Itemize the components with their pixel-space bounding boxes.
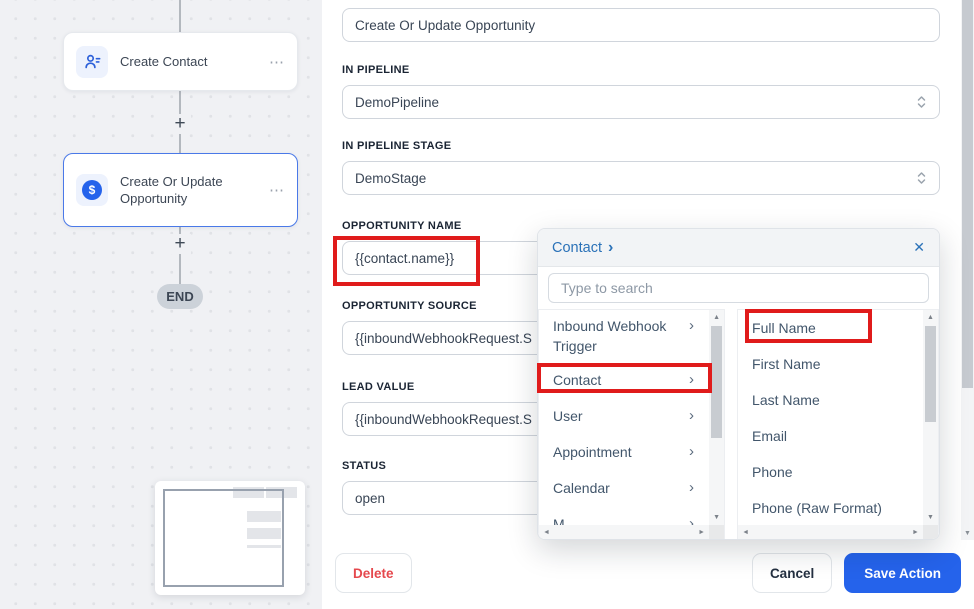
variable-picker-popup: Contact › ✕ Inbound Webhook Trigger › Co… [537,228,940,540]
category-item-appointment[interactable]: Appointment › [539,434,724,470]
category-item-calendar[interactable]: Calendar › [539,470,724,506]
add-step-button[interactable]: + [169,114,191,134]
scroll-left-icon[interactable]: ◄ [539,525,554,540]
field-item-phone-raw-format[interactable]: Phone (Raw Format) [738,490,938,526]
in-pipeline-select[interactable]: DemoPipeline [342,85,940,119]
breadcrumb[interactable]: Contact [552,240,602,256]
scrollbar-horizontal[interactable]: ◄ ► [738,525,923,540]
connector-line [179,0,181,32]
field-item-last-name[interactable]: Last Name [738,382,938,418]
workflow-end-marker: END [157,284,203,309]
add-step-button[interactable]: + [169,234,191,254]
scroll-down-icon[interactable]: ▼ [923,510,938,525]
select-value: DemoStage [355,171,426,186]
cancel-button[interactable]: Cancel [752,553,832,593]
node-label: Create Contact [120,53,207,70]
scroll-right-icon[interactable]: ► [694,525,709,540]
select-value: DemoPipeline [355,95,439,110]
category-item-contact[interactable]: Contact › [539,362,724,398]
field-item-first-name[interactable]: First Name [738,346,938,382]
field-list: Full Name First Name Last Name Email Pho… [737,309,939,540]
category-item-user[interactable]: User › [539,398,724,434]
scroll-down-icon[interactable]: ▼ [709,510,724,525]
workflow-canvas[interactable]: + + Create Contact ⋯ $ Create Or Update … [0,0,322,609]
contact-icon [76,46,108,78]
workflow-node-create-or-update-opportunity[interactable]: $ Create Or Update Opportunity ⋯ [63,153,298,227]
scrollbar-thumb[interactable] [925,326,936,422]
scroll-up-icon[interactable]: ▲ [923,310,938,325]
popup-body: Inbound Webhook Trigger › Contact › User… [538,309,939,540]
category-list: Inbound Webhook Trigger › Contact › User… [538,309,725,540]
node-menu-button[interactable]: ⋯ [269,181,285,199]
select-chevrons-icon [916,170,927,186]
scrollbar-thumb[interactable] [711,326,722,438]
chevron-right-icon: › [689,442,694,462]
field-item-full-name[interactable]: Full Name [738,310,938,346]
minimap-viewport[interactable] [163,489,284,587]
category-item-inbound-webhook-trigger[interactable]: Inbound Webhook Trigger › [539,310,724,362]
panel-footer: Delete Cancel Save Action [335,553,961,593]
field-item-email[interactable]: Email [738,418,938,454]
chevron-right-icon: › [608,239,613,257]
chevron-right-icon: › [689,370,694,390]
popup-search-row [538,267,939,309]
chevron-right-icon: › [689,406,694,426]
opportunity-dollar-icon: $ [76,174,108,206]
scroll-down-icon[interactable]: ▼ [961,530,974,537]
close-icon[interactable]: ✕ [913,239,925,256]
field-label: IN PIPELINE [342,64,974,76]
category-item-clipped[interactable]: M › [539,506,724,527]
scrollbar-corner [709,525,724,540]
scroll-right-icon[interactable]: ► [908,525,923,540]
scroll-left-icon[interactable]: ◄ [738,525,753,540]
scrollbar-vertical[interactable]: ▲ ▼ [923,310,938,525]
popup-header: Contact › ✕ [538,229,939,267]
scrollbar-horizontal[interactable]: ◄ ► [539,525,709,540]
chevron-right-icon: › [689,478,694,498]
save-action-button[interactable]: Save Action [844,553,961,593]
scroll-up-icon[interactable]: ▲ [709,310,724,325]
node-label: Create Or Update Opportunity [120,173,250,207]
search-input[interactable] [548,273,929,303]
field-label: IN PIPELINE STAGE [342,140,974,152]
field-item-phone[interactable]: Phone [738,454,938,490]
scrollbar-vertical[interactable]: ▲ ▼ [709,310,724,525]
workflow-node-create-contact[interactable]: Create Contact ⋯ [63,32,298,91]
delete-button[interactable]: Delete [335,553,412,593]
scrollbar-corner [923,525,938,540]
in-pipeline-stage-select[interactable]: DemoStage [342,161,940,195]
action-name-input[interactable] [342,8,940,42]
canvas-minimap[interactable] [155,481,305,595]
panel-scrollbar[interactable]: ▼ [961,0,974,540]
node-menu-button[interactable]: ⋯ [269,53,285,71]
chevron-right-icon: › [689,316,694,336]
select-chevrons-icon [916,94,927,110]
scrollbar-thumb[interactable] [962,0,973,388]
